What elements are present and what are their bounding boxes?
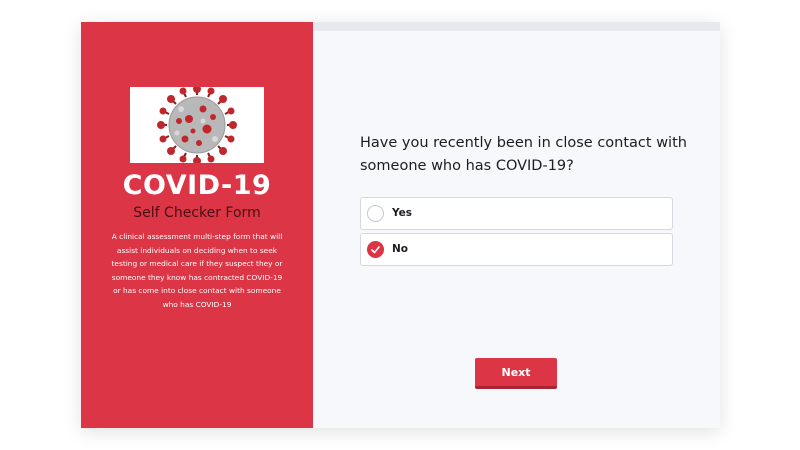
option-no[interactable]: No (360, 233, 673, 266)
form-description: A clinical assessment multi-step form th… (111, 232, 283, 309)
checkmark-icon (371, 246, 380, 254)
form-subtitle: Self Checker Form (133, 205, 261, 221)
virus-image (130, 87, 264, 163)
form-card: COVID-19 Self Checker Form A clinical as… (81, 22, 720, 428)
radio-unchecked-icon[interactable] (367, 205, 384, 222)
radio-checked-icon[interactable] (367, 241, 384, 258)
option-label: No (392, 243, 409, 255)
question-text: Have you recently been in close contact … (360, 135, 687, 174)
option-label: Yes (392, 207, 413, 219)
option-yes[interactable]: Yes (360, 197, 673, 230)
top-strip (313, 22, 720, 31)
next-button[interactable]: Next (475, 358, 557, 389)
coronavirus-icon (157, 87, 237, 163)
page-title: COVID-19 (122, 170, 272, 201)
info-panel: COVID-19 Self Checker Form A clinical as… (81, 22, 313, 428)
